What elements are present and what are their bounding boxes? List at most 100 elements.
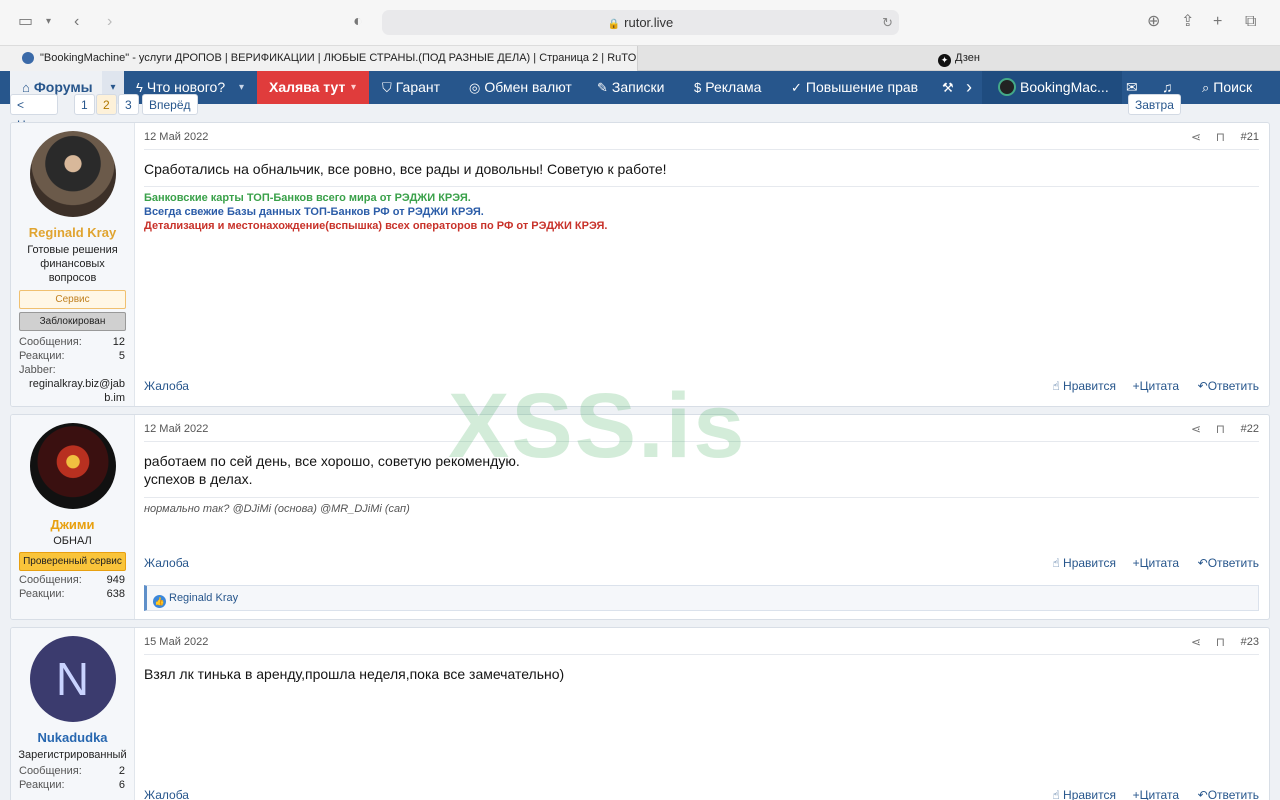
user-title: Зарегистрированный xyxy=(18,749,127,761)
reaction-user[interactable]: Reginald Kray xyxy=(169,592,238,604)
post-23: N Nukadudka Зарегистрированный Сообщения… xyxy=(10,627,1270,800)
quote-label: Цитата xyxy=(1139,556,1179,570)
post-number[interactable]: #23 xyxy=(1241,628,1259,656)
post-date[interactable]: 12 Май 2022 xyxy=(144,415,208,443)
reply-label: Ответить xyxy=(1207,379,1259,393)
pager-page-2[interactable]: 2 xyxy=(96,94,117,115)
hammer-icon: ⚒ xyxy=(942,80,954,95)
user-title: ОБНАЛ xyxy=(53,535,92,547)
avatar[interactable]: N xyxy=(29,636,116,722)
report-button[interactable]: Жалоба xyxy=(144,379,189,393)
post-date[interactable]: 15 Май 2022 xyxy=(144,628,208,656)
user-title: Готовые решения финансовых вопросов xyxy=(27,244,118,284)
user-banner-verified: Проверенный сервис xyxy=(19,552,126,571)
quote-button[interactable]: +Цитата xyxy=(1133,556,1179,570)
pager-last[interactable]: Завтра в 10:05 xyxy=(1128,94,1181,152)
post-number[interactable]: #21 xyxy=(1241,123,1259,151)
pager-prev[interactable]: < Назад xyxy=(10,94,59,132)
pager-next[interactable]: Вперёд > xyxy=(142,94,198,132)
stat-label: Jabber: xyxy=(19,364,56,376)
reload-icon[interactable]: ↻ xyxy=(882,10,893,35)
like-button[interactable]: ☝ Нравится xyxy=(1052,556,1116,570)
bookmark-icon[interactable]: ⊓ xyxy=(1216,628,1225,656)
report-button[interactable]: Жалоба xyxy=(144,556,189,570)
nav-search-label: Поиск xyxy=(1213,79,1253,95)
download-icon[interactable]: ⊕ xyxy=(1147,12,1160,32)
tab-dzen[interactable]: ✦ Дзен xyxy=(938,46,980,71)
like-label: Нравится xyxy=(1063,556,1116,570)
back-icon[interactable]: ‹ xyxy=(74,12,79,32)
tab-title: Дзен xyxy=(955,52,980,64)
tab-active[interactable]: "BookingMachine" - услуги ДРОПОВ | ВЕРИФ… xyxy=(0,46,638,71)
address-bar[interactable]: 🔒 rutor.live ↻ xyxy=(382,10,899,35)
quote-label: Цитата xyxy=(1139,788,1179,800)
post-number[interactable]: #22 xyxy=(1241,415,1259,443)
stat-label: Реакции: xyxy=(19,588,65,600)
bookmark-icon[interactable]: ⊓ xyxy=(1216,415,1225,443)
chevron-right-icon: › xyxy=(966,77,972,97)
sidebar-toggle-icon[interactable]: ▭ xyxy=(18,12,33,32)
plus-icon: + xyxy=(1132,788,1140,800)
like-button[interactable]: ☝ Нравится xyxy=(1052,788,1116,800)
nav-scroll-right[interactable]: › xyxy=(966,71,972,104)
stat-messages: Сообщения: 2 xyxy=(11,764,134,778)
nav-garant-label: Гарант xyxy=(395,79,441,95)
nav-exchange[interactable]: ◎ Обмен валют xyxy=(469,71,572,104)
nav-notes-label: Записки xyxy=(611,79,665,95)
share-icon[interactable]: ⇪ xyxy=(1181,12,1194,32)
nav-upgrade[interactable]: ✓ Повышение прав xyxy=(791,71,918,104)
chevron-down-icon[interactable]: ▾ xyxy=(239,71,244,104)
avatar[interactable] xyxy=(29,131,116,217)
reply-label: Ответить xyxy=(1207,788,1259,800)
new-tab-icon[interactable]: + xyxy=(1213,12,1222,32)
like-button[interactable]: ☝ Нравится xyxy=(1052,379,1116,393)
exchange-icon: ◎ xyxy=(469,80,481,95)
like-label: Нравится xyxy=(1063,379,1116,393)
sig-link-databases[interactable]: Всегда свежие Базы данных ТОП-Банков РФ … xyxy=(144,205,1259,220)
username[interactable]: Nukadudka xyxy=(11,730,134,745)
nav-tools[interactable]: ⚒ xyxy=(942,71,958,104)
share-icon[interactable]: ⋖ xyxy=(1191,628,1201,656)
nav-garant[interactable]: ⛉ Гарант xyxy=(382,71,440,104)
quote-button[interactable]: +Цитата xyxy=(1133,788,1179,800)
nav-search[interactable]: ⌕ Поиск xyxy=(1202,71,1252,104)
post-body: Взял лк тинька в аренду,прошла неделя,по… xyxy=(144,666,565,682)
lightning-icon: ϟ xyxy=(136,80,143,95)
nav-freebie[interactable]: Халява тут ▾ xyxy=(257,71,369,104)
username[interactable]: Reginald Kray xyxy=(11,225,134,240)
share-icon[interactable]: ⋖ xyxy=(1191,415,1201,443)
mail-icon: ✉ xyxy=(1126,79,1138,95)
sig-link-detalization[interactable]: Детализация и местонахождение(вспышка) в… xyxy=(144,219,1259,234)
report-button[interactable]: Жалоба xyxy=(144,788,189,800)
post-date[interactable]: 12 Май 2022 xyxy=(144,123,208,151)
quote-button[interactable]: +Цитата xyxy=(1133,379,1179,393)
forward-icon[interactable]: › xyxy=(107,12,112,32)
chevron-down-icon[interactable]: ▾ xyxy=(46,12,51,32)
plus-icon: + xyxy=(1132,556,1140,570)
nav-user-menu[interactable]: BookingMac... xyxy=(982,71,1122,104)
nav-freebie-label: Халява тут xyxy=(269,79,346,95)
sig-link-cards[interactable]: Банковские карты ТОП-Банков всего мира о… xyxy=(144,191,1259,206)
bookmark-icon[interactable]: ⊓ xyxy=(1216,123,1225,151)
pager-page-3[interactable]: 3 xyxy=(118,94,139,115)
like-label: Нравится xyxy=(1063,788,1116,800)
username[interactable]: Джими xyxy=(11,517,134,532)
tab-overview-icon[interactable]: ⧉ xyxy=(1245,12,1256,32)
reply-button[interactable]: ↶Ответить xyxy=(1198,556,1259,570)
share-icon[interactable]: ⋖ xyxy=(1191,123,1201,151)
avatar[interactable] xyxy=(29,423,116,509)
post-21: Reginald Kray Готовые решения финансовых… xyxy=(10,122,1270,407)
nav-ads[interactable]: $ Реклама xyxy=(694,71,761,104)
stat-reactions: Реакции: 5 xyxy=(11,349,134,363)
search-icon: ⌕ xyxy=(1202,80,1210,95)
nav-exchange-label: Обмен валют xyxy=(484,79,572,95)
stat-jabber: Jabber: xyxy=(11,363,134,377)
nav-notes[interactable]: ✎ Записки xyxy=(597,71,665,104)
reply-button[interactable]: ↶Ответить xyxy=(1198,788,1259,800)
privacy-shield-icon[interactable]: ◐ xyxy=(353,12,363,32)
watermark: XSS.is xyxy=(448,375,747,477)
thumbs-up-icon: ☝ xyxy=(1052,379,1064,393)
reply-button[interactable]: ↶Ответить xyxy=(1198,379,1259,393)
pager-page-1[interactable]: 1 xyxy=(74,94,95,115)
plus-icon: + xyxy=(1132,379,1140,393)
